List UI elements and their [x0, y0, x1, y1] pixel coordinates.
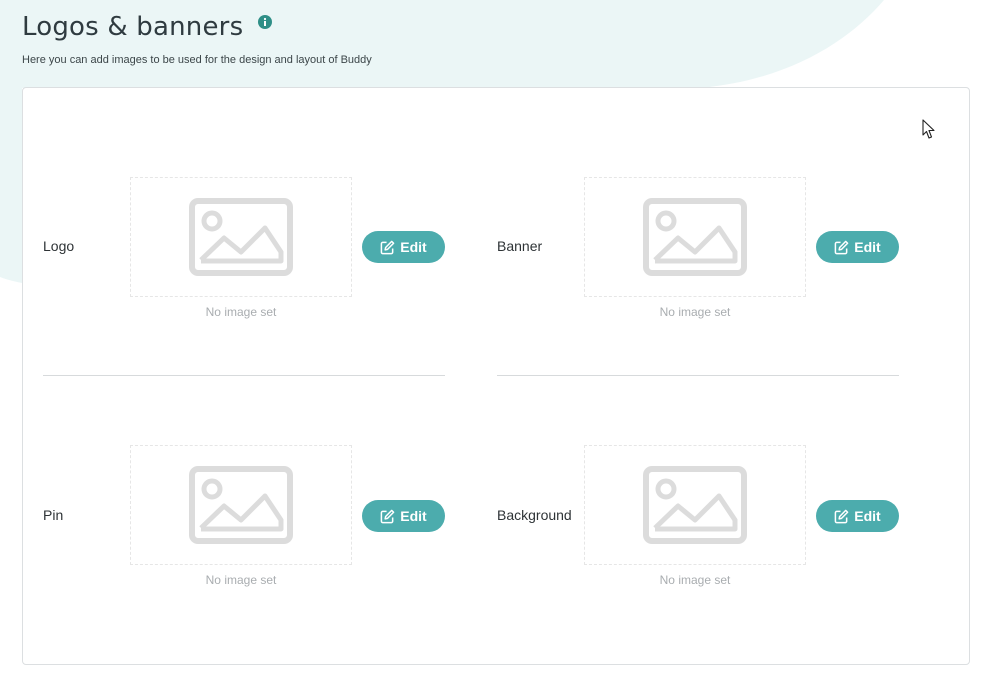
logo-label: Logo — [43, 238, 75, 254]
edit-icon — [834, 509, 849, 523]
image-placeholder-icon — [643, 198, 747, 276]
edit-button-label: Edit — [854, 239, 881, 255]
banner-label: Banner — [497, 238, 543, 254]
edit-icon — [380, 509, 395, 523]
edit-button-label: Edit — [400, 239, 427, 255]
logo-empty-text: No image set — [205, 305, 277, 319]
image-placeholder-icon — [643, 466, 747, 544]
background-empty-text: No image set — [659, 573, 731, 587]
pin-empty-text: No image set — [205, 573, 277, 587]
divider-left — [43, 375, 445, 376]
edit-button-label: Edit — [400, 508, 427, 524]
image-placeholder-icon — [189, 466, 293, 544]
edit-icon — [834, 240, 849, 254]
background-image-placeholder — [584, 445, 806, 565]
page-title: Logos & banners — [22, 12, 244, 42]
logo-edit-button[interactable]: Edit — [362, 231, 445, 263]
banner-empty-text: No image set — [659, 305, 731, 319]
divider-right — [497, 375, 899, 376]
info-icon[interactable] — [258, 15, 272, 29]
background-label: Background — [497, 507, 572, 523]
pin-image-placeholder — [130, 445, 352, 565]
pin-label: Pin — [43, 507, 64, 523]
logo-image-placeholder — [130, 177, 352, 297]
images-card: Logo No image set Edit Banner No image s… — [22, 87, 970, 665]
banner-edit-button[interactable]: Edit — [816, 231, 899, 263]
pin-edit-button[interactable]: Edit — [362, 500, 445, 532]
edit-icon — [380, 240, 395, 254]
banner-image-placeholder — [584, 177, 806, 297]
page-header: Logos & banners Here you can add images … — [22, 12, 372, 66]
edit-button-label: Edit — [854, 508, 881, 524]
mouse-cursor — [922, 119, 935, 139]
page-subtitle: Here you can add images to be used for t… — [22, 54, 372, 66]
image-placeholder-icon — [189, 198, 293, 276]
background-edit-button[interactable]: Edit — [816, 500, 899, 532]
